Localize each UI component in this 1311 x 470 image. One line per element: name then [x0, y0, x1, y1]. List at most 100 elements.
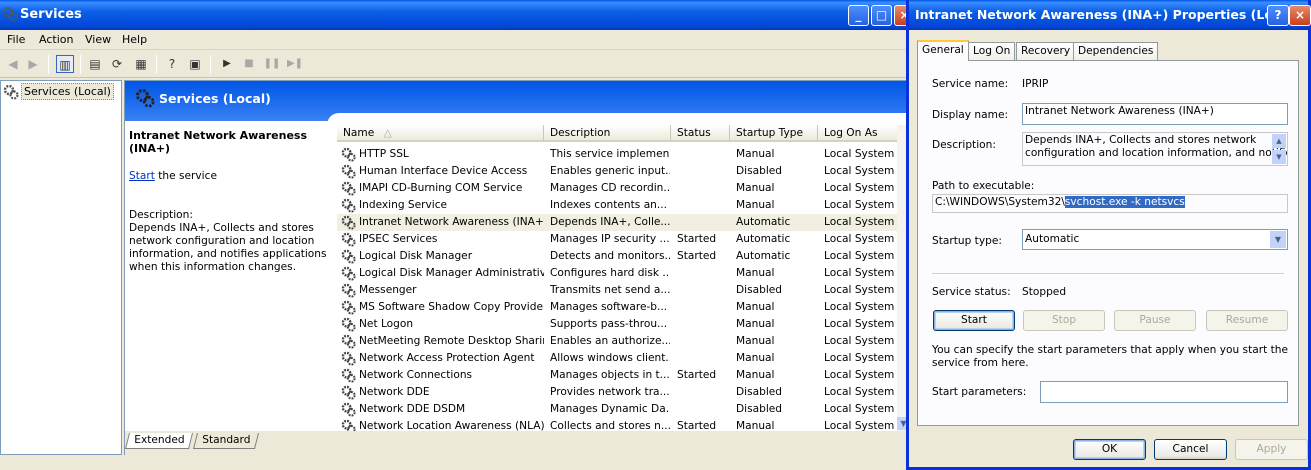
tab-standard[interactable]: Standard — [193, 433, 260, 449]
cell-name: MS Software Shadow Copy Provider — [359, 301, 544, 313]
cell-logon: Local System — [824, 250, 895, 262]
description-line-1: Depends INA+, Collects and stores networ… — [1025, 134, 1257, 146]
tab-dependencies[interactable]: Dependencies — [1073, 42, 1159, 61]
help-icon[interactable]: ? — [163, 55, 181, 73]
gears-icon — [341, 385, 356, 400]
cell-name: Indexing Service — [359, 199, 448, 211]
table-row[interactable]: IPSEC Services Manages IP security ... Sta… — [337, 231, 909, 248]
table-row[interactable]: IMAPI CD-Burning COM Service Manages CD r… — [337, 180, 909, 197]
services-window: Services _ □ × File Action View Help ◀ ▶… — [0, 0, 915, 470]
services-titlebar[interactable]: Services _ □ × — [0, 0, 915, 30]
show-hide-tree-icon[interactable]: ▥ — [56, 55, 74, 73]
table-row[interactable]: Network Access Protection Agent Allows wi… — [337, 350, 909, 367]
cell-desc: Manages CD recordin... — [550, 182, 670, 194]
divider — [932, 273, 1284, 275]
cell-startup: Manual — [736, 335, 775, 347]
table-row[interactable]: Indexing Service Indexes contents an... Ma… — [337, 197, 909, 214]
description-field[interactable]: Depends INA+, Collects and stores networ… — [1022, 132, 1288, 166]
tab-standard-label: Standard — [202, 434, 251, 446]
table-row[interactable]: NetMeeting Remote Desktop Sharing Enables… — [337, 333, 909, 350]
table-row[interactable]: MS Software Shadow Copy Provider Manages … — [337, 299, 909, 316]
dialog-help-button[interactable]: ? — [1267, 5, 1289, 26]
table-row[interactable]: Logical Disk Manager Detects and monitors… — [337, 248, 909, 265]
dialog-close-button[interactable]: × — [1289, 5, 1311, 26]
maximize-button[interactable]: □ — [871, 5, 892, 26]
cell-desc: Allows windows client... — [550, 352, 670, 364]
startup-type-select[interactable]: Automatic ▼ — [1022, 229, 1288, 250]
scroll-up-icon[interactable]: ▲ — [1272, 134, 1286, 148]
table-row[interactable]: Human Interface Device Access Enables gen… — [337, 163, 909, 180]
stop-button[interactable]: Stop — [1023, 310, 1105, 331]
service-status-value: Stopped — [1022, 286, 1067, 298]
cell-status: Started — [677, 420, 717, 431]
column-log-on-as[interactable]: Log On As — [818, 125, 909, 142]
gears-icon — [135, 88, 155, 108]
cell-name: Messenger — [359, 284, 417, 296]
table-row[interactable]: Network DDE DSDM Manages Dynamic Da... Dis… — [337, 401, 909, 418]
tree-node-services-local[interactable]: Services (Local) — [21, 83, 114, 100]
path-label: Path to executable: — [932, 180, 1035, 192]
chevron-down-icon[interactable]: ▼ — [1270, 231, 1286, 248]
table-row[interactable]: Network Connections Manages objects in t.… — [337, 367, 909, 384]
cell-logon: Local System — [824, 403, 895, 415]
table-row[interactable]: Net Logon Supports pass-throu... Manual Loc… — [337, 316, 909, 333]
startup-type-value: Automatic — [1025, 233, 1080, 245]
column-status[interactable]: Status — [671, 125, 730, 142]
scroll-down-icon[interactable]: ▼ — [1272, 150, 1286, 164]
header-curve — [327, 113, 911, 125]
ok-button[interactable]: OK — [1073, 439, 1146, 460]
detail-description: Depends INA+, Collects and stores networ… — [129, 222, 327, 273]
properties-icon[interactable]: ▤ — [86, 55, 104, 73]
table-row[interactable]: HTTP SSL This service implemen... Manual Lo… — [337, 146, 909, 163]
cell-desc: Manages objects in t... — [550, 369, 670, 381]
cell-startup: Disabled — [736, 403, 783, 415]
restart-icon[interactable]: ▶❚ — [286, 55, 304, 73]
tab-recovery[interactable]: Recovery — [1016, 42, 1076, 61]
dialog-titlebar[interactable]: Intranet Network Awareness (INA+) Proper… — [909, 0, 1311, 30]
forward-arrow-icon[interactable]: ▶ — [24, 55, 42, 73]
cell-desc: Collects and stores n... — [550, 420, 670, 431]
cell-name: Network DDE DSDM — [359, 403, 466, 415]
gears-icon — [341, 266, 356, 281]
gears-icon — [341, 402, 356, 417]
table-row[interactable]: Network DDE Provides network tra... Disabl… — [337, 384, 909, 401]
cell-name: Network Access Protection Agent — [359, 352, 535, 364]
start-params-input[interactable] — [1040, 381, 1288, 403]
display-name-field[interactable]: Intranet Network Awareness (INA+) — [1022, 103, 1288, 125]
apply-button[interactable]: Apply — [1235, 439, 1308, 460]
stop-icon[interactable]: ■ — [240, 55, 258, 73]
cancel-button[interactable]: Cancel — [1154, 439, 1227, 460]
cell-desc: Manages IP security ... — [550, 233, 670, 245]
menu-help[interactable]: Help — [122, 33, 147, 46]
menu-file[interactable]: File — [7, 33, 25, 46]
table-row[interactable]: Network Location Awareness (NLA) Collects… — [337, 418, 909, 431]
start-button[interactable]: Start — [933, 310, 1015, 331]
column-description[interactable]: Description — [544, 125, 671, 142]
column-startup-type[interactable]: Startup Type — [730, 125, 818, 142]
path-field[interactable]: C:\WINDOWS\System32\svchost.exe -k netsv… — [932, 194, 1288, 213]
play-icon[interactable]: ▶ — [218, 55, 236, 73]
gears-icon — [341, 181, 356, 196]
refresh-icon[interactable]: ⟳ — [108, 55, 126, 73]
table-row[interactable]: Intranet Network Awareness (INA+) Depends… — [337, 214, 909, 231]
pause-icon[interactable]: ❚❚ — [263, 55, 281, 73]
cell-name: Network Connections — [359, 369, 473, 381]
tab-log-on[interactable]: Log On — [968, 42, 1016, 61]
column-name[interactable]: Name △ — [337, 125, 544, 142]
column-name-label: Name — [343, 127, 375, 139]
pause-button[interactable]: Pause — [1114, 310, 1196, 331]
tab-extended[interactable]: Extended — [125, 433, 194, 449]
console-icon[interactable]: ▣ — [186, 55, 204, 73]
tab-general[interactable]: General — [917, 40, 969, 61]
menu-action[interactable]: Action — [39, 33, 73, 46]
resume-button[interactable]: Resume — [1206, 310, 1288, 331]
minimize-button[interactable]: _ — [848, 5, 869, 26]
start-service-link[interactable]: Start — [129, 170, 155, 182]
cell-desc: Detects and monitors... — [550, 250, 670, 262]
table-row[interactable]: Logical Disk Manager Administrative... Co… — [337, 265, 909, 282]
export-list-icon[interactable]: ▦ — [132, 55, 150, 73]
cell-logon: Local System — [824, 199, 895, 211]
back-arrow-icon[interactable]: ◀ — [4, 55, 22, 73]
table-row[interactable]: Messenger Transmits net send a... Disabled… — [337, 282, 909, 299]
menu-view[interactable]: View — [85, 33, 111, 46]
